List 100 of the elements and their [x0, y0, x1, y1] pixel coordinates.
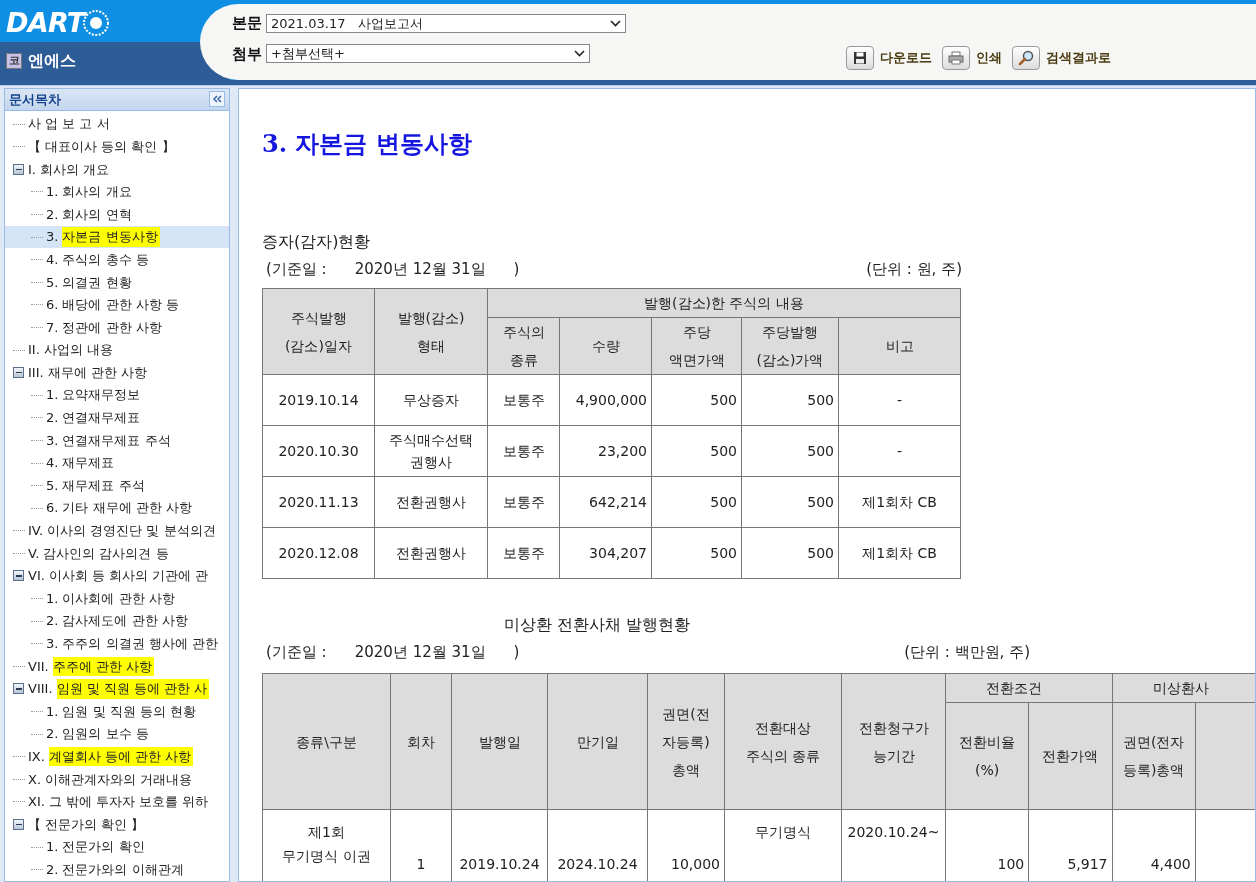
column-header: 회차 [390, 673, 452, 810]
table-cell: 2019.10.14 [262, 374, 375, 426]
toc-item[interactable]: 5. 재무제표 주석 [5, 474, 229, 497]
toc-item[interactable]: 1. 요약재무정보 [5, 383, 229, 407]
table-cell: 500 [741, 527, 839, 579]
toc-item[interactable]: 2. 임원의 보수 등 [5, 722, 229, 746]
unit-note: (단위 : 백만원, 주) [904, 641, 1030, 663]
table-cell: 제1회 무기명식 이권 [262, 809, 391, 881]
collapse-panel-icon[interactable] [209, 91, 225, 108]
toc-item[interactable]: 2. 회사의 연혁 [5, 203, 229, 226]
printer-icon [942, 46, 970, 70]
item-number: V. [28, 544, 40, 563]
collapse-icon[interactable] [13, 163, 24, 175]
column-header: 전환비율 (%) [945, 702, 1029, 810]
toc-item[interactable]: IV. 이사의 경영진단 및 분석의견 [5, 519, 229, 543]
item-label: 재무에 관한 사항 [47, 363, 147, 382]
table-cell: 보통주 [487, 527, 560, 579]
item-number: III. [28, 363, 44, 382]
item-label: 이사회 등 회사의 기관에 관 [48, 567, 209, 586]
column-header: 주당발행 (감소)가액 [741, 317, 839, 375]
toc-item[interactable]: 【 전문가의 확인 】 [5, 813, 229, 836]
toc-item[interactable]: 4. 주식의 총수 등 [5, 248, 229, 271]
collapse-icon[interactable] [13, 367, 24, 379]
toc-item[interactable]: 사 업 보 고 서 [5, 112, 229, 136]
item-label: 주주의 의결권 행사에 관한 [62, 635, 218, 653]
toc-item[interactable]: V. 감사인의 감사의견 등 [5, 542, 229, 565]
item-label: 임원 및 직원 등의 현황 [62, 702, 196, 721]
column-header: 전환청구가 능기간 [841, 673, 946, 810]
toc-item[interactable]: VI. 이사회 등 회사의 기관에 관 [5, 564, 229, 588]
column-header: 종류\구분 [262, 673, 391, 810]
toc-item[interactable]: 3. 연결재무제표 주석 [5, 429, 229, 452]
table-cell: 304,207 [559, 527, 652, 579]
column-header: 권면(전 자등록) 총액 [647, 673, 725, 810]
toc-item[interactable]: 4. 재무제표 [5, 451, 229, 475]
toc-item[interactable]: 7. 정관에 관한 사항 [5, 316, 229, 339]
item-label: 요약재무정보 [62, 386, 141, 405]
table-cell: 제1회차 CB [838, 476, 961, 528]
item-label: 회사의 연혁 [62, 205, 132, 224]
toc-item[interactable]: 2. 연결재무제표 [5, 406, 229, 430]
item-label: 주식의 총수 등 [62, 250, 149, 269]
table-cell: 500 [741, 476, 839, 528]
toc-item[interactable]: I. 회사의 개요 [5, 158, 229, 181]
toc-item[interactable]: 【 대표이사 등의 확인 】 [5, 135, 229, 158]
toc-item[interactable]: IX. 계열회사 등에 관한 사항 [5, 745, 229, 769]
document-select[interactable]: 2021.03.17 사업보고서 [266, 13, 626, 33]
toc-item[interactable]: 5. 의결권 현황 [5, 270, 229, 294]
toc-item[interactable]: 1. 전문가의 확인 [5, 835, 229, 859]
collapse-icon[interactable] [13, 570, 24, 582]
column-group-header: 발행(감소)한 주식의 내용 [487, 288, 961, 318]
toc-item[interactable]: 3. 주주의 의결권 행사에 관한 [5, 632, 229, 656]
toc-item[interactable]: 6. 배당에 관한 사항 등 [5, 293, 229, 317]
column-header: 권면(전자 등록)총액 [1112, 702, 1196, 810]
item-number: VIII. [28, 680, 53, 699]
collapse-icon[interactable] [13, 819, 24, 830]
toc-item[interactable]: XI. 그 밖에 투자자 보호를 위하 [5, 790, 229, 814]
toolbar-button[interactable]: 검색결과로 [1012, 46, 1111, 70]
toc-item[interactable]: III. 재무에 관한 사항 [5, 361, 229, 384]
toc-item[interactable]: 2. 감사제도에 관한 사항 [5, 609, 229, 633]
item-number: XI. [28, 793, 45, 812]
item-label: 감사제도에 관한 사항 [62, 612, 188, 631]
toc-item[interactable]: VIII. 임원 및 직원 등에 관한 사 [5, 677, 229, 701]
table-cell: 2020.12.08 [262, 527, 375, 579]
item-number: 2. [46, 725, 59, 744]
table-cell: 보통주 [487, 425, 560, 477]
toc-item[interactable]: 1. 이사회에 관한 사항 [5, 587, 229, 610]
table-cell: 500 [741, 374, 839, 426]
toolbar-button[interactable]: 인쇄 [942, 46, 1002, 70]
table-cell: 4,900,000 [559, 374, 652, 426]
item-label: 회사의 개요 [62, 183, 132, 202]
column-group-header: 전환조건 [945, 673, 1112, 703]
item-label: 임원의 보수 등 [62, 725, 149, 744]
item-number: 1. [46, 838, 59, 857]
collapse-icon[interactable] [13, 683, 24, 695]
item-label: 재무제표 [62, 454, 115, 473]
table-cell: 보통주 [487, 374, 560, 426]
document-select[interactable]: +첨부선택+ [266, 44, 590, 64]
item-label: 계열회사 등에 관한 사항 [48, 747, 194, 767]
item-number: 4. [46, 250, 59, 269]
toc-item[interactable]: 3. 자본금 변동사항 [5, 225, 229, 249]
item-label: 전문가의 확인 [62, 838, 145, 857]
item-number: 6. [46, 499, 59, 518]
toc-item[interactable]: 2. 전문가와의 이해관계 [5, 858, 229, 881]
table-cell: 500 [651, 527, 742, 579]
column-header: 비고 [838, 317, 961, 375]
item-number: IV. [28, 522, 44, 541]
toc-item[interactable]: X. 이해관계자와의 거래내용 [5, 768, 229, 791]
item-number: 2. [46, 612, 59, 631]
table-cell: 500 [651, 425, 742, 477]
table-cell: 보통주 [487, 476, 560, 528]
column-header: 전환가액 [1028, 702, 1112, 810]
item-label: 정관에 관한 사항 [62, 318, 162, 337]
toc-item[interactable]: 1. 회사의 개요 [5, 180, 229, 204]
toc-item[interactable]: 6. 기타 재무에 관한 사항 [5, 496, 229, 520]
item-number: 2. [46, 205, 59, 224]
toc-item[interactable]: 1. 임원 및 직원 등의 현황 [5, 700, 229, 723]
toolbar-button[interactable]: 다운로드 [846, 46, 932, 70]
table-cell: 전환권행사 [374, 476, 488, 528]
chevron-down-icon [574, 50, 585, 58]
toc-item[interactable]: VII. 주주에 관한 사항 [5, 655, 229, 678]
toc-item[interactable]: II. 사업의 내용 [5, 338, 229, 362]
